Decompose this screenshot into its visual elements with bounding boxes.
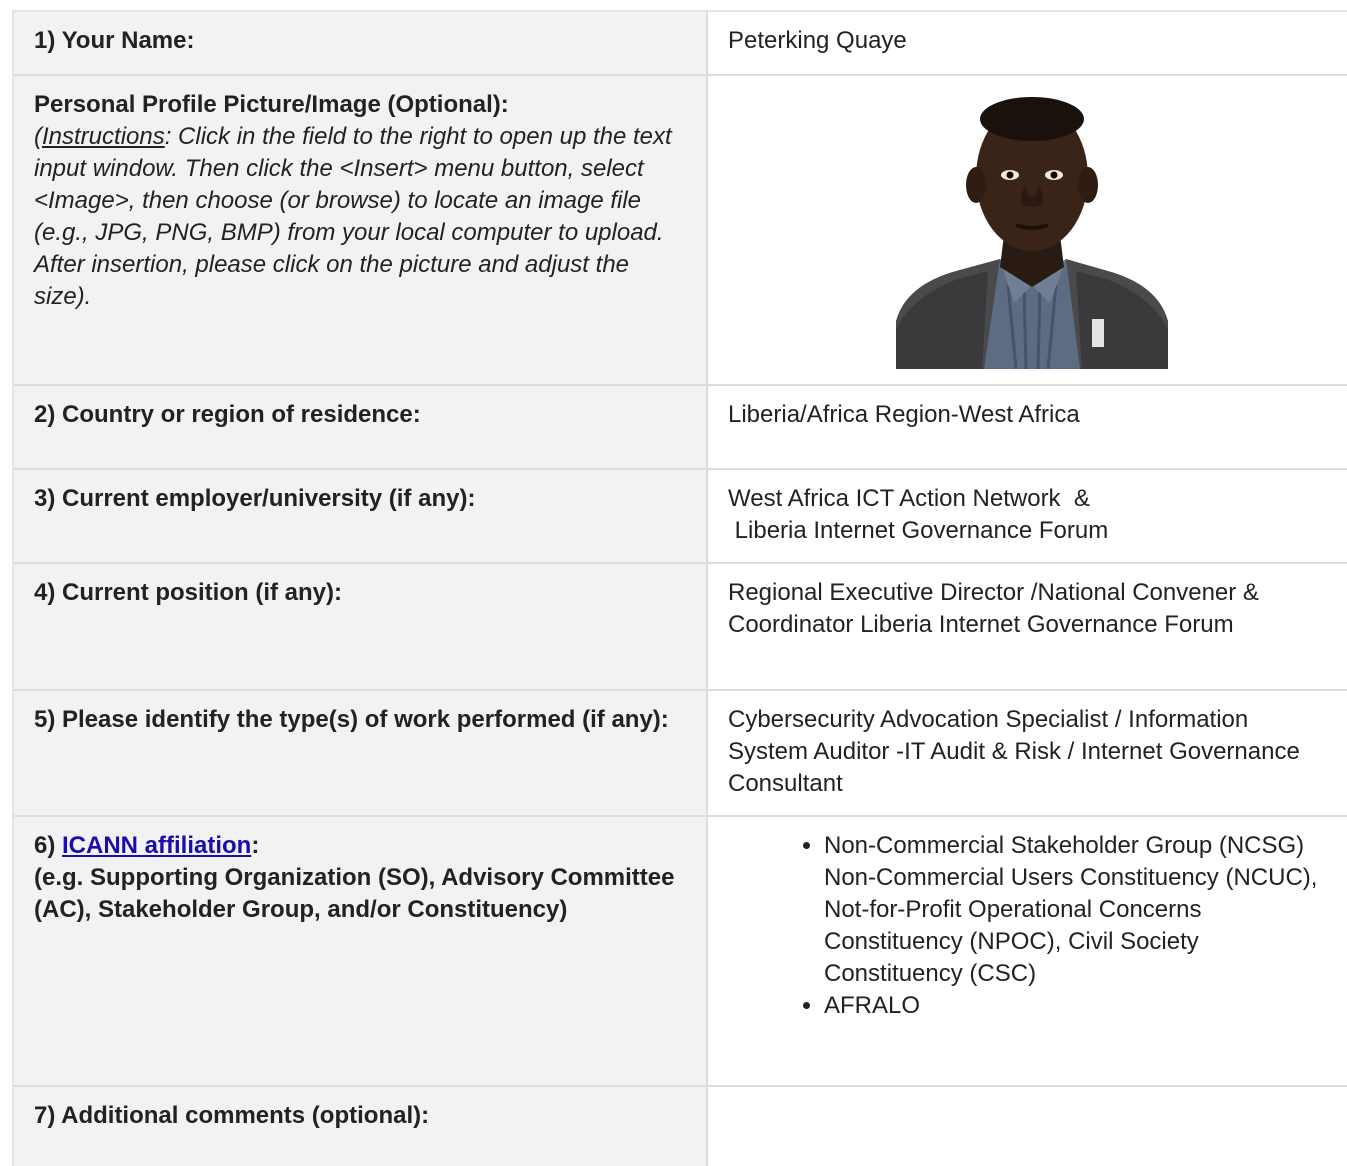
application-form-table: 1) Your Name: Peterking Quaye Personal P… (12, 10, 1347, 1166)
picture-value-cell[interactable] (707, 74, 1347, 385)
comments-value[interactable] (707, 1085, 1347, 1166)
affiliation-examples: (e.g. Supporting Organization (SO), Advi… (34, 864, 675, 923)
employer-value-line-2: Liberia Internet Governance Forum (728, 517, 1109, 544)
picture-instructions: (Instructions: Click in the field to the… (34, 123, 672, 310)
affiliation-list: Non-Commercial Stakeholder Group (NCSG) … (728, 830, 1331, 1022)
position-label: 4) Current position (if any): (12, 562, 708, 690)
affiliation-item: Non-Commercial Stakeholder Group (NCSG) … (824, 830, 1331, 990)
picture-label: Personal Profile Picture/Image (Optional… (34, 91, 509, 118)
comments-label: 7) Additional comments (optional): (12, 1085, 708, 1166)
affiliation-item: AFRALO (824, 990, 1331, 1022)
row-country: 2) Country or region of residence: Liber… (12, 384, 1347, 469)
row-name: 1) Your Name: Peterking Quaye (12, 10, 1347, 75)
affiliation-label-cell: 6) ICANN affiliation: (e.g. Supporting O… (12, 815, 708, 1086)
icann-affiliation-link[interactable]: ICANN affiliation (62, 832, 251, 859)
row-employer: 3) Current employer/university (if any):… (12, 468, 1347, 563)
country-value[interactable]: Liberia/Africa Region-West Africa (707, 384, 1347, 469)
employer-value-line-1: West Africa ICT Action Network & (728, 485, 1090, 512)
instructions-word: Instructions (42, 123, 165, 150)
row-comments: 7) Additional comments (optional): (12, 1085, 1347, 1166)
picture-label-cell: Personal Profile Picture/Image (Optional… (12, 74, 708, 385)
profile-photo[interactable] (896, 89, 1168, 369)
work-value[interactable]: Cybersecurity Advocation Specialist / In… (707, 689, 1347, 816)
position-value[interactable]: Regional Executive Director /National Co… (707, 562, 1347, 690)
work-label: 5) Please identify the type(s) of work p… (12, 689, 708, 816)
name-label: 1) Your Name: (12, 10, 708, 75)
employer-value-cell[interactable]: West Africa ICT Action Network & Liberia… (707, 468, 1347, 563)
country-label: 2) Country or region of residence: (12, 384, 708, 469)
name-value[interactable]: Peterking Quaye (707, 10, 1347, 75)
row-work: 5) Please identify the type(s) of work p… (12, 689, 1347, 816)
row-picture: Personal Profile Picture/Image (Optional… (12, 74, 1347, 385)
affiliation-value-cell[interactable]: Non-Commercial Stakeholder Group (NCSG) … (707, 815, 1347, 1086)
employer-label: 3) Current employer/university (if any): (12, 468, 708, 563)
row-position: 4) Current position (if any): Regional E… (12, 562, 1347, 690)
row-affiliation: 6) ICANN affiliation: (e.g. Supporting O… (12, 815, 1347, 1086)
